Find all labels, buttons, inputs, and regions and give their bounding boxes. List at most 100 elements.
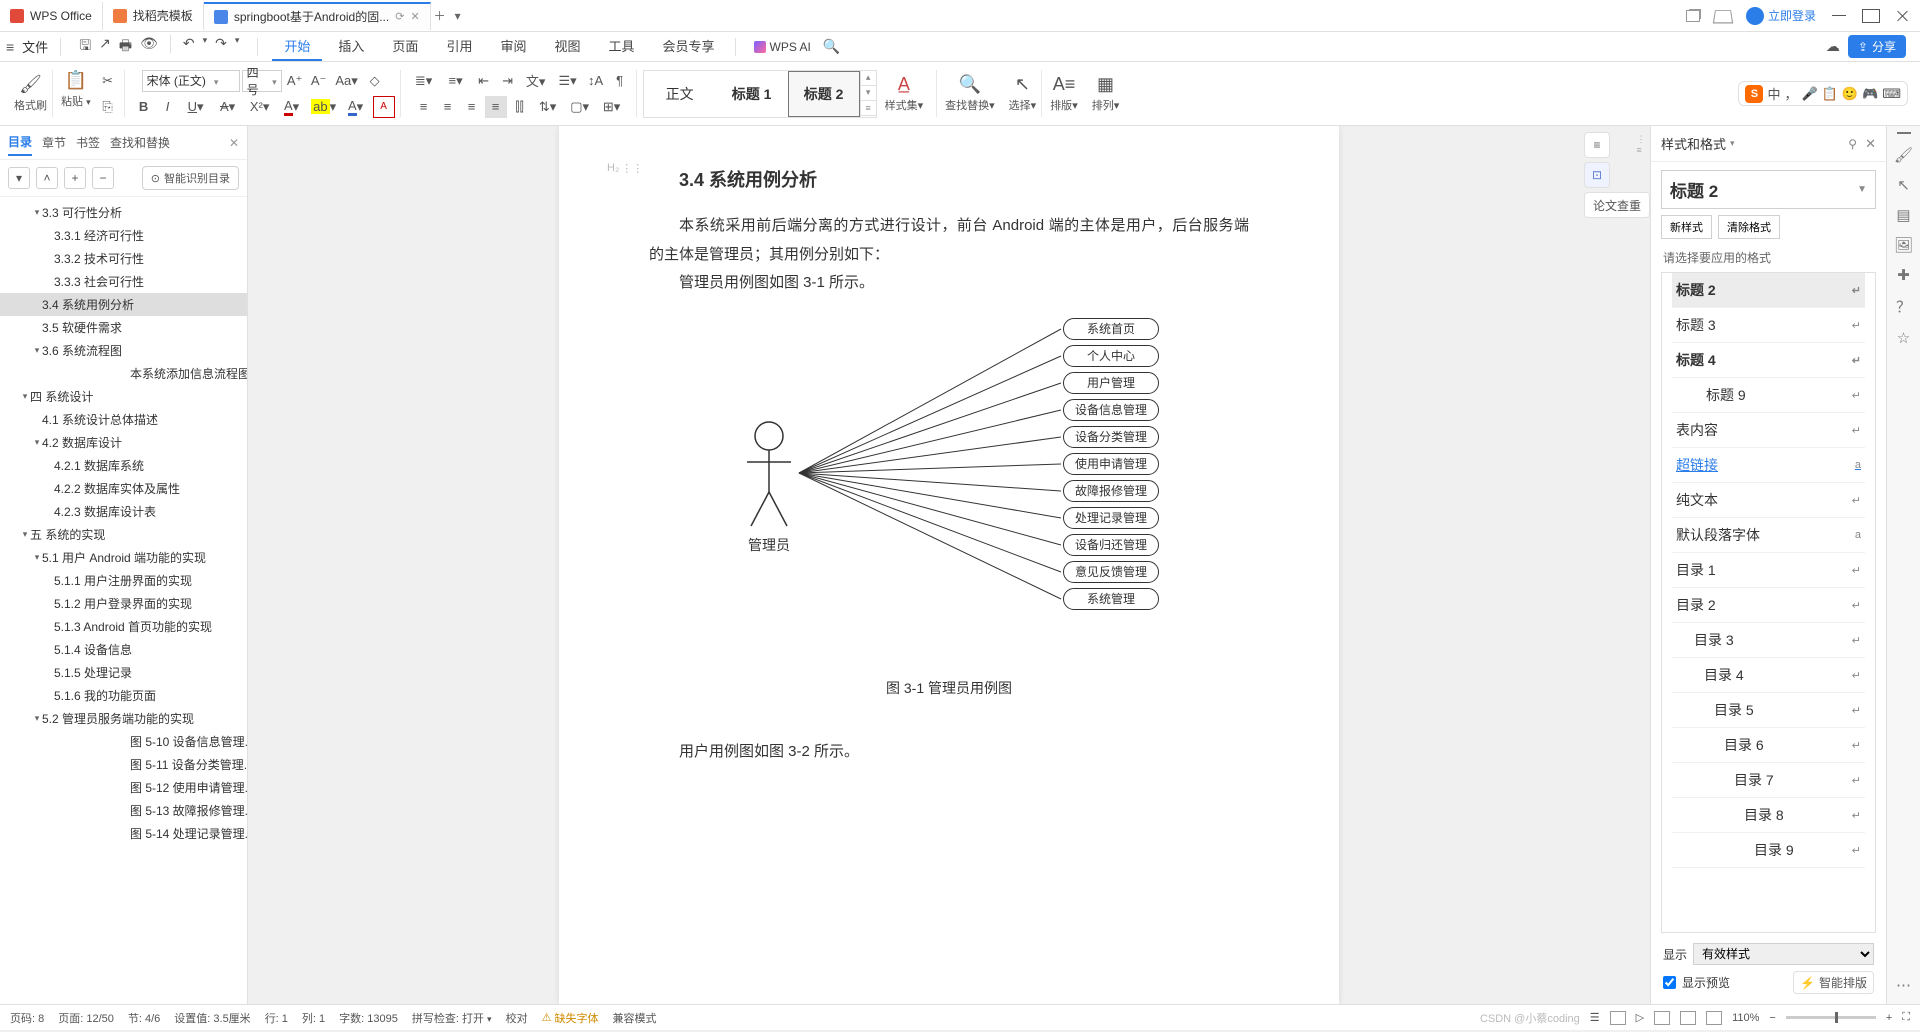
tab-view[interactable]: 视图 bbox=[542, 32, 592, 61]
tab-member[interactable]: 会员专享 bbox=[651, 32, 727, 61]
print-preview-icon[interactable]: 👁 bbox=[140, 35, 158, 59]
window-minimize-icon[interactable] bbox=[1830, 9, 1848, 23]
window-close-icon[interactable] bbox=[1894, 9, 1912, 23]
align-justify-icon[interactable]: ≡ bbox=[485, 96, 507, 118]
tree-item[interactable]: 图 5-10 设备信息管理... bbox=[0, 730, 247, 753]
rail-collapse-icon[interactable] bbox=[1897, 132, 1911, 134]
change-case-icon[interactable]: Aa▾ bbox=[332, 70, 362, 92]
style-list-item[interactable]: 标题 3↵ bbox=[1672, 308, 1865, 343]
window-maximize-icon[interactable] bbox=[1862, 9, 1880, 23]
ime-clipboard-icon[interactable]: 📋 bbox=[1822, 86, 1838, 102]
clear-format-button[interactable]: 清除格式 bbox=[1718, 215, 1780, 239]
status-proofread[interactable]: 校对 bbox=[506, 1010, 528, 1026]
style-list-item[interactable]: 目录 9↵ bbox=[1672, 833, 1865, 868]
smart-toc-button[interactable]: ⊙智能识别目录 bbox=[142, 166, 239, 190]
rail-favorite-icon[interactable]: ☆ bbox=[1897, 329, 1910, 347]
align-right-icon[interactable]: ≡ bbox=[461, 96, 483, 118]
outline-add-icon[interactable]: + bbox=[64, 167, 86, 189]
tree-item[interactable]: 4.2.2 数据库实体及属性 bbox=[0, 477, 247, 500]
tree-item[interactable]: 3.3.1 经济可行性 bbox=[0, 224, 247, 247]
style-list-item[interactable]: 目录 2↵ bbox=[1672, 588, 1865, 623]
zoom-slider[interactable] bbox=[1786, 1016, 1876, 1019]
status-missing-font[interactable]: 缺失字体 bbox=[542, 1010, 599, 1026]
document-tab[interactable]: springboot基于Android的固...⟳✕ bbox=[204, 2, 431, 30]
superscript-button[interactable]: X²▾ bbox=[245, 96, 275, 118]
bold-button[interactable]: B bbox=[133, 96, 155, 118]
pin-icon[interactable]: ⚲ bbox=[1848, 137, 1857, 151]
new-style-button[interactable]: 新样式 bbox=[1661, 215, 1712, 239]
sogou-logo-icon[interactable]: S bbox=[1745, 85, 1763, 103]
tree-item[interactable]: 3.3.2 技术可行性 bbox=[0, 247, 247, 270]
style-heading1[interactable]: 标题 1 bbox=[716, 71, 788, 117]
tab-insert[interactable]: 插入 bbox=[326, 32, 376, 61]
line-spacing-icon[interactable]: ⇅▾ bbox=[533, 96, 563, 118]
tree-item[interactable]: 图 5-11 设备分类管理... bbox=[0, 753, 247, 776]
wps-ai-button[interactable]: WPS AI bbox=[754, 40, 811, 54]
tab-reference[interactable]: 引用 bbox=[434, 32, 484, 61]
show-preview-checkbox[interactable] bbox=[1663, 976, 1676, 989]
font-family-select[interactable]: 宋体 (正文) bbox=[142, 70, 240, 92]
status-page-no[interactable]: 页码: 8 bbox=[10, 1010, 44, 1026]
view-outline-icon[interactable] bbox=[1680, 1011, 1696, 1025]
ime-keyboard-icon[interactable]: ⌨ bbox=[1882, 86, 1901, 102]
tree-item[interactable]: 本系统添加信息流程图... bbox=[0, 362, 247, 385]
tree-item[interactable]: 4.2.1 数据库系统 bbox=[0, 454, 247, 477]
rail-photo-icon[interactable]: 🖼 bbox=[1894, 236, 1913, 254]
style-list-item[interactable]: 目录 7↵ bbox=[1672, 763, 1865, 798]
style-set-group[interactable]: A̲样式集▾ bbox=[879, 62, 930, 125]
style-heading2[interactable]: 标题 2 bbox=[788, 71, 860, 117]
style-normal[interactable]: 正文 bbox=[644, 71, 716, 117]
find-group[interactable]: 🔍查找替换▾ bbox=[939, 62, 1001, 125]
outline-up-icon[interactable]: ˄ bbox=[36, 167, 58, 189]
view-print-layout-icon[interactable] bbox=[1610, 1011, 1626, 1025]
gallery-up-icon[interactable]: ▴ bbox=[861, 71, 876, 86]
tree-item[interactable]: ▾四 系统设计 bbox=[0, 385, 247, 408]
tree-item[interactable]: 5.1.1 用户注册界面的实现 bbox=[0, 569, 247, 592]
tab-home[interactable]: 开始 bbox=[272, 32, 322, 61]
distribute-icon[interactable]: ⫿⫿ bbox=[509, 96, 531, 118]
font-size-select[interactable]: 四号 bbox=[242, 70, 282, 92]
tab-page[interactable]: 页面 bbox=[380, 32, 430, 61]
document-viewport[interactable]: ⋮≡ ≡ ⊡ 论文查重 H₂⋮⋮ 3.4 系统用例分析 本系统采用前后端分离的方… bbox=[248, 126, 1650, 1004]
tree-item[interactable]: ▾3.6 系统流程图 bbox=[0, 339, 247, 362]
bullet-list-icon[interactable]: ≣▾ bbox=[409, 70, 439, 92]
style-list-item[interactable]: 目录 5↵ bbox=[1672, 693, 1865, 728]
sort-group[interactable]: A≡排版▾ bbox=[1044, 62, 1084, 125]
ime-emoji-icon[interactable]: 🙂 bbox=[1842, 86, 1858, 102]
rail-layers-icon[interactable]: ▤ bbox=[1896, 206, 1910, 224]
status-spellcheck[interactable]: 拼写检查: 打开 ▾ bbox=[412, 1010, 492, 1026]
font-color-2-button[interactable]: A▾ bbox=[341, 96, 371, 118]
zoom-level[interactable]: 110% bbox=[1732, 1012, 1759, 1024]
style-list-item[interactable]: 目录 1↵ bbox=[1672, 553, 1865, 588]
tab-review[interactable]: 审阅 bbox=[488, 32, 538, 61]
style-list-item[interactable]: 目录 3↵ bbox=[1672, 623, 1865, 658]
strike-button[interactable]: A▾ bbox=[213, 96, 243, 118]
increase-indent-icon[interactable]: ⇥ bbox=[497, 70, 519, 92]
qat-dropdown[interactable]: ▾ bbox=[235, 35, 240, 59]
redo-icon[interactable]: ↷ bbox=[215, 35, 227, 59]
shading-icon[interactable]: ▢▾ bbox=[565, 96, 595, 118]
rail-brush-icon[interactable]: 🖌 bbox=[1894, 146, 1913, 164]
menu-icon[interactable]: ≡ bbox=[6, 39, 14, 55]
auto-layout-button[interactable]: ⚡智能排版 bbox=[1793, 971, 1874, 994]
app-tab-templates[interactable]: 找稻壳模板 bbox=[103, 2, 204, 30]
export-icon[interactable]: ↗ bbox=[99, 35, 111, 59]
tree-item[interactable]: ▾3.3 可行性分析 bbox=[0, 201, 247, 224]
outline-tab-toc[interactable]: 目录 bbox=[8, 129, 32, 156]
outline-tab-find[interactable]: 查找和替换 bbox=[110, 130, 170, 155]
view-menu-icon[interactable]: ☰ bbox=[1590, 1011, 1600, 1024]
styles-title-dropdown[interactable]: ▾ bbox=[1730, 138, 1735, 149]
undo-dropdown[interactable]: ▾ bbox=[203, 35, 208, 59]
cloud-icon[interactable]: ☁ bbox=[1826, 38, 1840, 55]
tree-item[interactable]: 图 5-14 处理记录管理... bbox=[0, 822, 247, 845]
outline-tab-bookmark[interactable]: 书签 bbox=[76, 130, 100, 155]
tree-item[interactable]: ▾5.2 管理员服务端功能的实现 bbox=[0, 707, 247, 730]
underline-button[interactable]: U▾ bbox=[181, 96, 211, 118]
tree-item[interactable]: 5.1.6 我的功能页面 bbox=[0, 684, 247, 707]
style-list-item[interactable]: 标题 9↵ bbox=[1672, 378, 1865, 413]
new-tab-button[interactable]: ＋ bbox=[431, 7, 449, 24]
plagiarism-icon[interactable]: ⊡ bbox=[1584, 162, 1610, 188]
paste-icon[interactable]: 📋 bbox=[65, 70, 87, 90]
format-painter-icon[interactable]: 🖌 bbox=[19, 74, 42, 95]
file-menu[interactable]: 文件 bbox=[18, 37, 52, 56]
